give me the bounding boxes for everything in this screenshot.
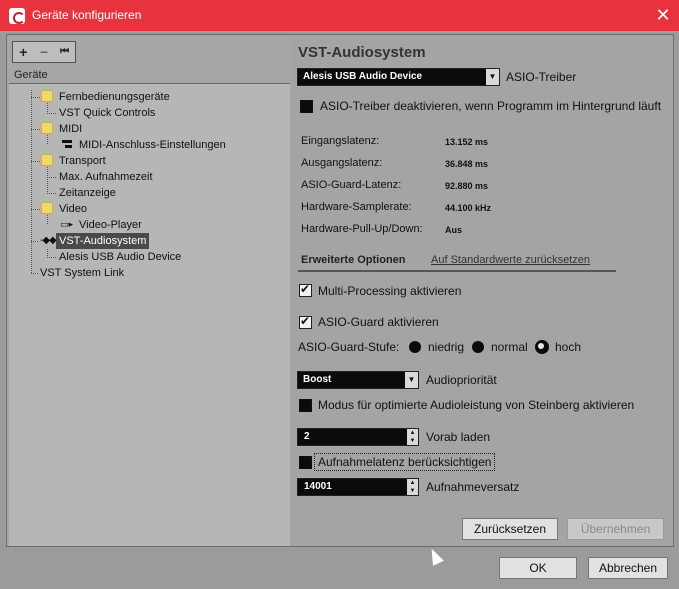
reset-defaults-link[interactable]: Auf Standardwerte zurücksetzen <box>431 254 590 266</box>
ok-button[interactable]: OK <box>499 557 577 579</box>
info-value: Aus <box>445 225 463 235</box>
tree-connector <box>47 135 48 145</box>
tree-header: Geräte <box>14 69 48 81</box>
record-latency-checkbox[interactable] <box>299 456 312 469</box>
tree-item-alesis-usb[interactable]: Alesis USB Audio Device <box>59 249 181 265</box>
apply-button[interactable]: Übernehmen <box>567 518 664 540</box>
tree-item-max-aufnahmezeit[interactable]: Max. Aufnahmezeit <box>59 169 153 185</box>
chevron-up-icon[interactable]: ▲ <box>407 429 418 437</box>
device-toolbar: + − ⏮ <box>12 41 76 63</box>
tree-item-vst-system-link[interactable]: VST System Link <box>40 265 124 281</box>
record-offset-value: 14001 <box>304 481 332 492</box>
window-title: Geräte konfigurieren <box>32 8 142 22</box>
deactivate-driver-checkbox[interactable] <box>300 100 313 113</box>
tree-connector <box>31 97 41 98</box>
tree-item-fernbedienungsgeraete[interactable]: Fernbedienungsgeräte <box>59 89 170 105</box>
tree-connector <box>47 167 48 193</box>
midi-port-icon <box>62 140 72 150</box>
info-value: 36.848 ms <box>445 159 489 169</box>
title-bar: Geräte konfigurieren ✕ <box>0 0 679 31</box>
info-label: ASIO-Guard-Latenz: <box>301 179 402 191</box>
tree-connector <box>47 113 57 114</box>
record-latency-label: Aufnahmelatenz berücksichtigen <box>318 455 492 469</box>
level-low-label: niedrig <box>428 340 465 354</box>
tab-advanced-options[interactable]: Erweiterte Optionen <box>301 254 406 266</box>
tree-item-midi-anschluss[interactable]: MIDI-Anschluss-Einstellungen <box>79 137 226 153</box>
info-value: 13.152 ms <box>445 137 489 147</box>
preload-value: 2 <box>304 431 310 442</box>
level-high-label: hoch <box>555 340 582 354</box>
tree-connector <box>31 129 41 130</box>
level-normal-radio[interactable] <box>472 341 484 353</box>
preload-stepper[interactable]: 2 ▲ ▼ <box>297 428 419 446</box>
folder-icon <box>41 154 53 166</box>
tree-item-video[interactable]: Video <box>59 201 87 217</box>
asioguard-checkbox[interactable] <box>299 314 312 329</box>
device-tree: Fernbedienungsgeräte VST Quick Controls … <box>9 84 290 546</box>
tree-item-vst-audiosystem[interactable]: VST-Audiosystem <box>56 233 150 249</box>
info-label: Hardware-Samplerate: <box>301 201 412 213</box>
folder-icon <box>41 122 53 134</box>
chevron-down-icon[interactable]: ▼ <box>407 437 418 445</box>
tab-divider <box>298 270 616 272</box>
audio-priority-select[interactable]: Boost ▼ <box>297 371 419 389</box>
multiprocessing-label: Multi-Processing aktivieren <box>318 284 462 298</box>
reset-device-button[interactable]: ⏮ <box>54 42 75 62</box>
folder-icon <box>41 202 53 214</box>
deactivate-driver-label: ASIO-Treiber deaktivieren, wenn Programm… <box>320 99 662 113</box>
info-value: 44.100 kHz <box>445 203 492 213</box>
cubase-logo-icon <box>9 8 25 24</box>
level-low-radio[interactable] <box>409 341 421 353</box>
tree-connector <box>47 177 57 178</box>
tree-item-midi[interactable]: MIDI <box>59 121 82 137</box>
chevron-down-icon: ▼ <box>486 69 499 85</box>
tree-item-transport[interactable]: Transport <box>59 153 106 169</box>
asioguard-level-label: ASIO-Guard-Stufe: <box>298 340 400 354</box>
multiprocessing-checkbox[interactable] <box>299 282 312 297</box>
tree-connector <box>47 215 48 225</box>
mouse-cursor-icon <box>426 546 444 566</box>
level-normal-label: normal <box>491 340 528 354</box>
preload-label: Vorab laden <box>426 430 491 444</box>
asio-driver-value: Alesis USB Audio Device <box>303 71 423 82</box>
tree-connector <box>31 209 41 210</box>
chevron-up-icon[interactable]: ▲ <box>407 479 418 487</box>
chevron-down-icon: ▼ <box>405 372 418 388</box>
tree-connector <box>31 161 41 162</box>
tree-item-zeitanzeige[interactable]: Zeitanzeige <box>59 185 116 201</box>
tree-connector <box>47 257 57 258</box>
info-label: Ausgangslatenz: <box>301 157 383 169</box>
steinberg-mode-label: Modus für optimierte Audioleistung von S… <box>318 398 635 412</box>
chevron-down-icon[interactable]: ▼ <box>407 487 418 495</box>
tree-connector <box>31 273 39 274</box>
tree-connector <box>47 249 48 257</box>
asio-driver-label: ASIO-Treiber <box>506 70 577 84</box>
info-value: 92.880 ms <box>445 181 489 191</box>
tree-connector <box>31 90 32 273</box>
tree-item-vst-quick-controls[interactable]: VST Quick Controls <box>59 105 155 121</box>
panel-title: VST-Audiosystem <box>298 44 426 61</box>
add-device-button[interactable]: + <box>13 42 34 62</box>
record-offset-stepper[interactable]: 14001 ▲ ▼ <box>297 478 419 496</box>
close-icon[interactable]: ✕ <box>652 4 674 26</box>
video-player-icon: ▭▸ <box>60 219 74 229</box>
asioguard-label: ASIO-Guard aktivieren <box>318 315 439 329</box>
folder-icon <box>41 90 53 102</box>
info-label: Hardware-Pull-Up/Down: <box>301 223 423 235</box>
tree-connector <box>47 193 57 194</box>
asio-driver-select[interactable]: Alesis USB Audio Device ▼ <box>297 68 500 86</box>
tree-connector <box>31 241 39 242</box>
audio-priority-value: Boost <box>303 374 332 385</box>
tree-item-video-player[interactable]: Video-Player <box>79 217 142 233</box>
audio-priority-label: Audiopriorität <box>426 373 497 387</box>
level-high-radio[interactable] <box>535 340 549 354</box>
reset-button[interactable]: Zurücksetzen <box>462 518 558 540</box>
steinberg-mode-checkbox[interactable] <box>299 399 312 412</box>
info-label: Eingangslatenz: <box>301 135 380 147</box>
cancel-button[interactable]: Abbrechen <box>588 557 668 579</box>
remove-device-button[interactable]: − <box>34 42 55 62</box>
record-offset-label: Aufnahmeversatz <box>426 480 520 494</box>
tree-connector <box>47 103 48 113</box>
